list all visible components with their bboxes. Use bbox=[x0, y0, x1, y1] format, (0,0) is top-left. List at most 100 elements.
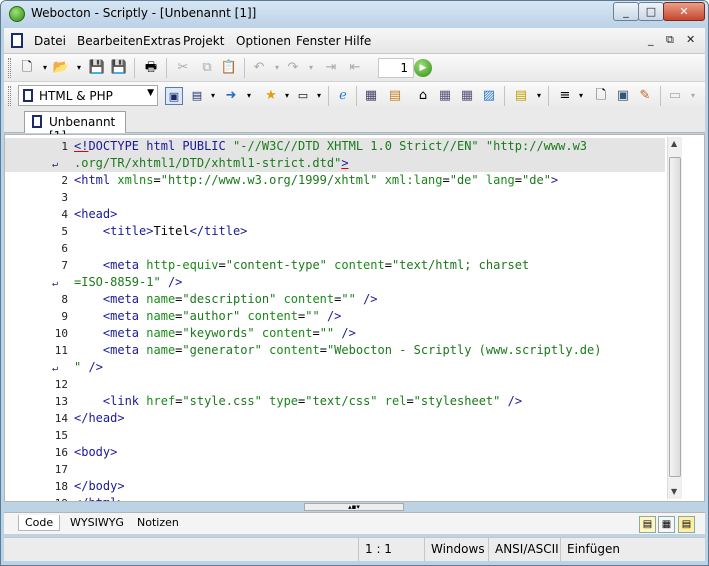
line-number: 19 bbox=[5, 495, 68, 501]
paste-icon[interactable]: 📋 bbox=[220, 59, 238, 77]
menu-bearbeiten[interactable]: Bearbeiten bbox=[77, 34, 143, 48]
dropdown-arrow-icon[interactable]: ▾ bbox=[70, 59, 88, 77]
mdi-minimize-button[interactable]: _ bbox=[648, 33, 654, 46]
code-line[interactable]: 19 </html> bbox=[5, 495, 665, 501]
list-icon[interactable]: ▤ bbox=[386, 87, 404, 105]
language-select[interactable]: HTML & PHP ▼ bbox=[18, 85, 158, 106]
dropdown-arrow-icon[interactable]: ▾ bbox=[240, 87, 258, 105]
menu-hilfe[interactable]: Hilfe bbox=[344, 34, 371, 48]
undo-icon[interactable]: ↶ bbox=[250, 59, 268, 77]
menu-fenster[interactable]: Fenster bbox=[296, 34, 341, 48]
dropdown-arrow-icon[interactable]: ▾ bbox=[204, 87, 222, 105]
line-number: 3 bbox=[61, 191, 68, 204]
code-line[interactable]: 7 <meta http-equiv="content-type" conten… bbox=[5, 257, 665, 274]
table-icon[interactable]: ▦ bbox=[436, 87, 454, 105]
menu-bar: Datei Bearbeiten Extras Projekt Optionen… bbox=[4, 28, 705, 54]
print-icon[interactable]: 🖶 bbox=[142, 59, 160, 77]
line-number: 14 bbox=[54, 412, 68, 425]
document-icon[interactable] bbox=[11, 33, 23, 48]
view-notes-icon[interactable]: ▤ bbox=[678, 516, 695, 533]
separator bbox=[548, 86, 549, 106]
dropdown-arrow-icon[interactable]: ▾ bbox=[530, 87, 548, 105]
go-to-line-icon[interactable]: ▶ bbox=[414, 59, 432, 77]
minimize-button[interactable]: _ bbox=[613, 2, 639, 21]
dropdown-arrow-icon[interactable]: ▾ bbox=[684, 87, 702, 105]
code-line[interactable]: 13 <link href="style.css" type="text/css… bbox=[5, 393, 665, 410]
save-all-icon[interactable]: 💾 bbox=[110, 59, 128, 77]
mdi-close-button[interactable]: ✕ bbox=[686, 33, 695, 46]
outdent-icon[interactable]: ⇤ bbox=[346, 59, 364, 77]
code-line[interactable]: 4 <head> bbox=[5, 206, 665, 223]
code-line[interactable]: 8 <meta name="description" content="" /> bbox=[5, 291, 665, 308]
new-file-icon[interactable]: 🗋 bbox=[18, 59, 36, 77]
form-icon[interactable]: ▦ bbox=[362, 87, 380, 105]
tab-wysiwyg[interactable]: WYSIWYG bbox=[64, 515, 130, 530]
code-line[interactable]: 6 bbox=[5, 240, 665, 257]
blank-page-icon[interactable]: 🗋 bbox=[592, 87, 610, 105]
browser-icon[interactable]: ℯ bbox=[334, 87, 352, 105]
code-line[interactable]: 2 <html xmlns="http://www.w3.org/1999/xht… bbox=[5, 172, 665, 189]
app-icon[interactable] bbox=[9, 6, 25, 22]
save-icon[interactable]: 💾 bbox=[88, 59, 106, 77]
copy-icon[interactable]: ⧉ bbox=[198, 59, 216, 77]
title-bar[interactable]: Webocton - Scriptly - [Unbenannt [1]] _ … bbox=[1, 1, 708, 27]
clip-icon[interactable]: ▭ bbox=[666, 87, 684, 105]
redo-icon[interactable]: ↷ bbox=[284, 59, 302, 77]
code-line[interactable]: 9 <meta name="author" content="" /> bbox=[5, 308, 665, 325]
code-line[interactable]: 1 <!DOCTYPE html PUBLIC "-//W3C//DTD XHTM… bbox=[5, 138, 665, 155]
close-button[interactable]: ✕ bbox=[663, 2, 705, 21]
code-line[interactable]: ↵ =ISO-8859-1" /> bbox=[5, 274, 665, 291]
snippet-icon[interactable]: ▤ bbox=[512, 87, 530, 105]
code-line[interactable]: 16 <body> bbox=[5, 444, 665, 461]
scrollbar-thumb[interactable] bbox=[669, 157, 681, 477]
palette-icon[interactable]: ✎ bbox=[636, 87, 654, 105]
mdi-restore-button[interactable]: ⧉ bbox=[666, 33, 674, 47]
code-line[interactable]: 11 <meta name="generator" content="Weboc… bbox=[5, 342, 665, 359]
menu-optionen[interactable]: Optionen bbox=[236, 34, 291, 48]
line-number: 6 bbox=[61, 242, 68, 255]
tab-code[interactable]: Code bbox=[18, 515, 61, 531]
toolbar-grip[interactable] bbox=[8, 58, 11, 78]
open-folder-icon[interactable]: 📂 bbox=[52, 59, 70, 77]
dropdown-arrow-icon[interactable]: ▾ bbox=[572, 87, 590, 105]
code-line[interactable]: 12 bbox=[5, 376, 665, 393]
cut-icon[interactable]: ✂ bbox=[174, 59, 192, 77]
arrow-right-icon[interactable]: ➜ bbox=[222, 87, 240, 105]
menu-projekt[interactable]: Projekt bbox=[183, 34, 224, 48]
tab-unbenannt-1[interactable]: Unbenannt [1] bbox=[24, 111, 126, 143]
code-text: .org/TR/xhtml1/DTD/xhtml1-strict.dtd"> bbox=[74, 156, 349, 170]
code-line[interactable]: ↵ " /> bbox=[5, 359, 665, 376]
line-number-input[interactable]: 1 bbox=[378, 58, 414, 78]
line-number: 15 bbox=[54, 429, 68, 442]
scroll-up-icon[interactable]: ▲ bbox=[671, 139, 677, 148]
code-text: <!DOCTYPE html PUBLIC "-//W3C//DTD XHTML… bbox=[74, 139, 588, 153]
code-line[interactable]: 14 </head> bbox=[5, 410, 665, 427]
code-line[interactable]: ↵ .org/TR/xhtml1/DTD/xhtml1-strict.dtd"> bbox=[5, 155, 665, 172]
menu-datei[interactable]: Datei bbox=[34, 34, 66, 48]
tag-icon[interactable]: ▣ bbox=[165, 87, 183, 105]
code-line[interactable]: 15 bbox=[5, 427, 665, 444]
toolbar-grip[interactable] bbox=[8, 86, 11, 106]
grid-icon[interactable]: ▦ bbox=[458, 87, 476, 105]
separator bbox=[328, 86, 329, 106]
code-line[interactable]: 5 <title>Titel</title> bbox=[5, 223, 665, 240]
menu-extras[interactable]: Extras bbox=[143, 34, 181, 48]
indent-icon[interactable]: ⇥ bbox=[322, 59, 340, 77]
home-icon[interactable]: ⌂ bbox=[414, 87, 432, 105]
view-split-icon[interactable]: ▦ bbox=[658, 516, 675, 533]
code-line[interactable]: 18 </body> bbox=[5, 478, 665, 495]
image-map-icon[interactable]: ▨ bbox=[480, 87, 498, 105]
code-text: <head> bbox=[74, 207, 118, 221]
code-line[interactable]: 3 bbox=[5, 189, 665, 206]
code-editor[interactable]: 1 <!DOCTYPE html PUBLIC "-//W3C//DTD XHTM… bbox=[4, 134, 705, 502]
code-line[interactable]: 10 <meta name="keywords" content="" /> bbox=[5, 325, 665, 342]
dropdown-arrow-icon[interactable]: ▾ bbox=[302, 59, 320, 77]
code-line[interactable]: 17 bbox=[5, 461, 665, 478]
scroll-down-icon[interactable]: ▼ bbox=[671, 487, 677, 496]
dropdown-arrow-icon[interactable]: ▾ bbox=[310, 87, 328, 105]
maximize-button[interactable]: □ bbox=[638, 2, 664, 21]
split-handle[interactable]: ▴▪▾ bbox=[304, 503, 404, 511]
view-code-icon[interactable]: ▤ bbox=[639, 516, 656, 533]
tab-notizen[interactable]: Notizen bbox=[131, 515, 185, 530]
picture-icon[interactable]: ▣ bbox=[614, 87, 632, 105]
